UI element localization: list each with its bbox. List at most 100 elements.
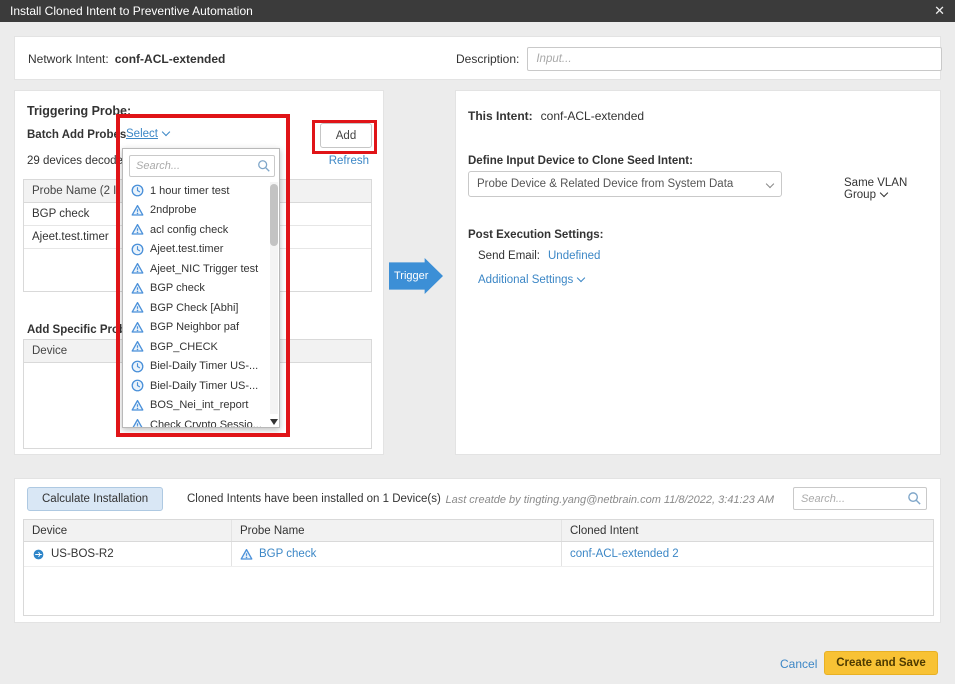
network-intent-value: conf-ACL-extended	[115, 52, 226, 66]
dialog-titlebar: Install Cloned Intent to Preventive Auto…	[0, 0, 955, 22]
probe-type-icon	[131, 418, 144, 427]
probe-item-label: 1 hour timer test	[150, 185, 229, 197]
probe-type-icon	[131, 243, 144, 256]
probe-list-item[interactable]: BGP Neighbor paf	[123, 318, 270, 338]
network-intent-group: Network Intent: conf-ACL-extended	[28, 52, 225, 66]
installation-result-panel: Calculate Installation Cloned Intents ha…	[14, 478, 941, 623]
probe-item-label: acl config check	[150, 224, 228, 236]
probe-type-icon	[131, 282, 144, 295]
add-specific-probe-label: Add Specific Prob	[27, 324, 126, 336]
col-header-device: Device	[24, 520, 232, 541]
probe-type-icon	[131, 360, 144, 373]
probe-list-item[interactable]: Ajeet.test.timer	[123, 240, 270, 260]
probe-item-label: BGP_CHECK	[150, 341, 218, 353]
probe-type-icon	[131, 399, 144, 412]
installed-intents-table: Device Probe Name Cloned Intent US-BOS-R…	[23, 519, 934, 616]
probe-name-link[interactable]: BGP check	[259, 548, 316, 560]
probe-search-input[interactable]	[129, 155, 275, 177]
probe-item-label: Check Crypto Sessio...	[150, 419, 262, 427]
post-execution-settings-label: Post Execution Settings:	[468, 229, 603, 241]
device-icon	[32, 548, 45, 561]
device-source-select[interactable]: Probe Device & Related Device from Syste…	[468, 171, 782, 197]
description-group: Description:	[456, 47, 942, 71]
installed-note: Cloned Intents have been installed on 1 …	[187, 493, 441, 505]
probe-list-item[interactable]: Ajeet_NIC Trigger test	[123, 259, 270, 279]
search-icon	[257, 159, 271, 176]
probe-type-icon	[131, 301, 144, 314]
cloned-intent-cell: conf-ACL-extended 2	[562, 542, 933, 566]
probe-list-item[interactable]: BGP Check [Abhi]	[123, 298, 270, 318]
description-label: Description:	[456, 52, 519, 66]
define-input-device-label: Define Input Device to Clone Seed Intent…	[468, 155, 693, 167]
devices-decoded-note: 29 devices decode	[27, 155, 123, 167]
probe-list-item[interactable]: acl config check	[123, 220, 270, 240]
this-intent-label: This Intent:	[468, 109, 533, 123]
table-row: US-BOS-R2 BGP check conf-ACL-extended 2	[24, 542, 933, 567]
probe-item-label: BGP check	[150, 282, 205, 294]
probe-list-item[interactable]: Biel-Daily Timer US-...	[123, 376, 270, 396]
calculate-installation-button[interactable]: Calculate Installation	[27, 487, 163, 511]
probe-list-item[interactable]: BGP check	[123, 279, 270, 299]
cloned-intent-link[interactable]: conf-ACL-extended 2	[570, 548, 679, 560]
probe-list: 1 hour timer test 2ndprobe acl con	[123, 181, 270, 427]
network-intent-label: Network Intent:	[28, 52, 109, 66]
scroll-down-arrow-icon[interactable]	[270, 419, 278, 425]
triggering-probe-title: Triggering Probe:	[27, 104, 131, 118]
trigger-arrow-label: Trigger	[394, 270, 428, 282]
this-intent-value: conf-ACL-extended	[541, 109, 644, 123]
add-button[interactable]: Add	[320, 123, 372, 148]
description-input[interactable]	[527, 47, 942, 71]
col-header-cloned-intent: Cloned Intent	[562, 520, 933, 541]
probe-alert-icon	[240, 548, 253, 561]
last-created-note: Last creatde by tingting.yang@netbrain.c…	[445, 494, 774, 506]
probe-item-label: Biel-Daily Timer US-...	[150, 360, 258, 372]
dialog-title: Install Cloned Intent to Preventive Auto…	[10, 4, 253, 18]
select-probes-dropdown[interactable]: Select	[126, 128, 169, 140]
probe-item-label: BOS_Nei_int_report	[150, 399, 248, 411]
probe-type-icon	[131, 184, 144, 197]
device-source-value: Probe Device & Related Device from Syste…	[477, 178, 733, 190]
probe-item-label: BGP Check [Abhi]	[150, 302, 238, 314]
search-icon	[907, 491, 922, 509]
vlan-group-select[interactable]: Same VLAN Group	[844, 177, 940, 201]
send-email-value-link[interactable]: Undefined	[548, 250, 600, 262]
probe-list-item[interactable]: 1 hour timer test	[123, 181, 270, 201]
probe-select-dropdown: 1 hour timer test 2ndprobe acl con	[122, 148, 280, 428]
probe-list-item[interactable]: BOS_Nei_int_report	[123, 396, 270, 416]
install-cloned-intent-dialog: Install Cloned Intent to Preventive Auto…	[0, 0, 955, 684]
probe-item-label: 2ndprobe	[150, 204, 197, 216]
this-intent-panel: This Intent: conf-ACL-extended Define Inp…	[455, 90, 941, 455]
intent-header-bar: Network Intent: conf-ACL-extended Descrip…	[14, 36, 941, 80]
close-icon[interactable]: ✕	[934, 3, 945, 19]
device-name: US-BOS-R2	[51, 548, 114, 560]
probe-item-label: BGP Neighbor paf	[150, 321, 239, 333]
probe-list-item[interactable]: 2ndprobe	[123, 201, 270, 221]
chevron-down-icon	[577, 274, 585, 282]
trigger-arrow: Trigger	[389, 258, 443, 294]
create-and-save-button[interactable]: Create and Save	[824, 651, 938, 675]
chevron-down-icon	[162, 128, 170, 136]
probe-list-item[interactable]: Biel-Daily Timer US-...	[123, 357, 270, 377]
table-header-row: Device Probe Name Cloned Intent	[24, 520, 933, 542]
probe-list-item[interactable]: BGP_CHECK	[123, 337, 270, 357]
scrollbar-thumb[interactable]	[270, 184, 278, 246]
probe-cell: BGP check	[232, 542, 562, 566]
cancel-button[interactable]: Cancel	[780, 657, 817, 671]
dropdown-scrollbar[interactable]	[270, 182, 278, 414]
probe-type-icon	[131, 321, 144, 334]
probe-item-label: Ajeet_NIC Trigger test	[150, 263, 258, 275]
probe-type-icon	[131, 262, 144, 275]
chevron-down-icon	[766, 180, 774, 188]
probe-type-icon	[131, 204, 144, 217]
device-cell: US-BOS-R2	[24, 542, 232, 566]
refresh-link[interactable]: Refresh	[329, 155, 369, 167]
probe-item-label: Ajeet.test.timer	[150, 243, 223, 255]
chevron-down-icon	[880, 189, 888, 197]
probe-type-icon	[131, 379, 144, 392]
col-header-probe-name: Probe Name	[232, 520, 562, 541]
additional-settings-link[interactable]: Additional Settings	[478, 274, 584, 286]
send-email-label: Send Email:	[478, 250, 540, 262]
probe-type-icon	[131, 340, 144, 353]
this-intent-row: This Intent: conf-ACL-extended	[468, 109, 644, 123]
probe-list-item[interactable]: Check Crypto Sessio...	[123, 415, 270, 427]
